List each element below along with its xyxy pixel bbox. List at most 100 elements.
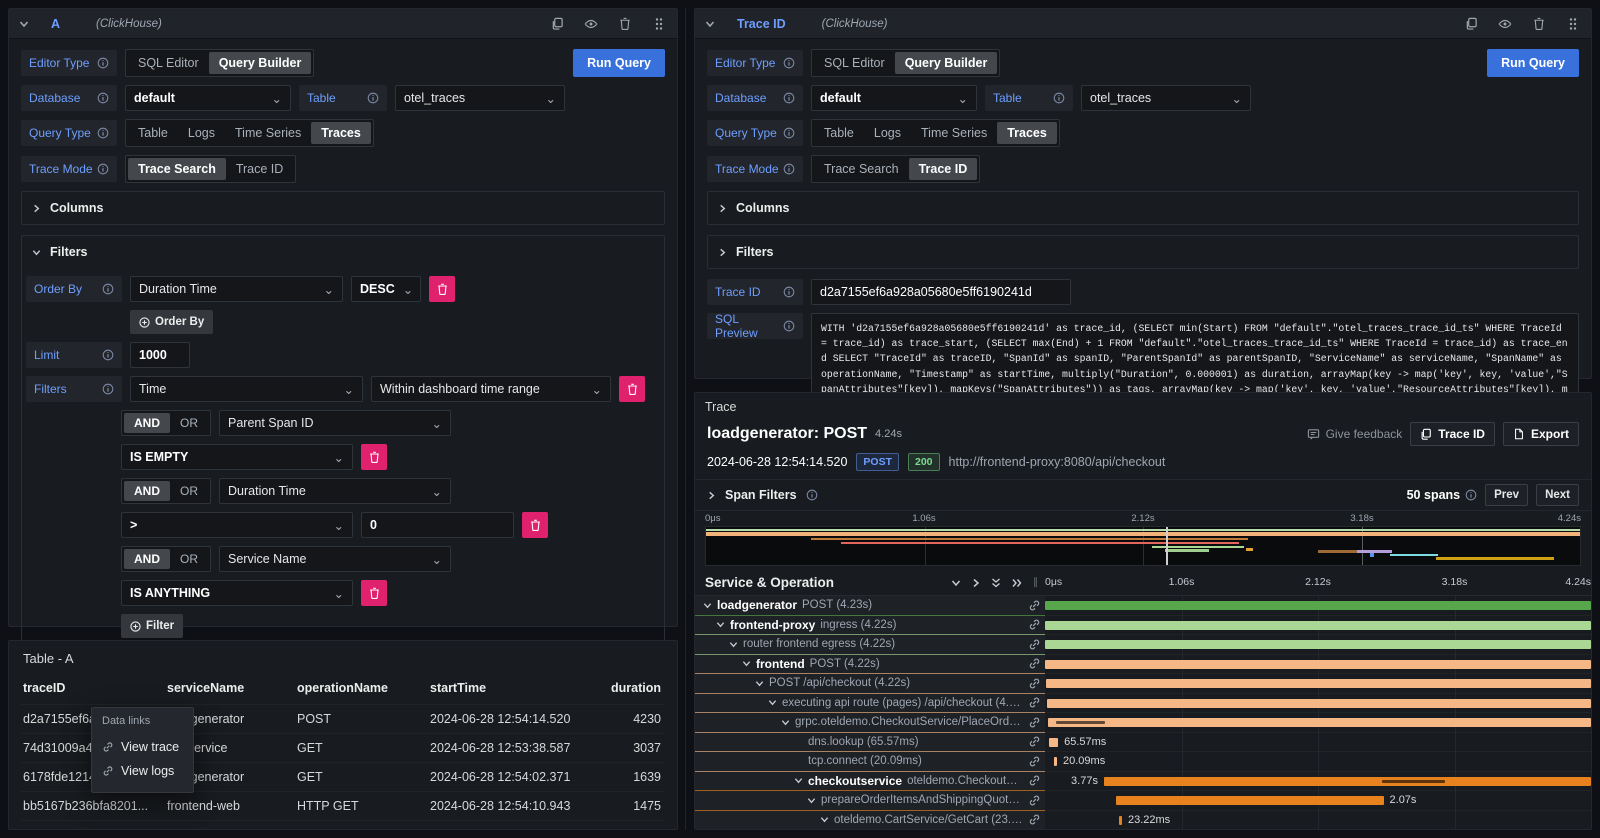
span-link-icon[interactable]	[1028, 813, 1041, 826]
span-row[interactable]: loadgeneratorPOST (4.23s)	[695, 596, 1591, 616]
info-icon[interactable]	[102, 383, 114, 395]
span-link-icon[interactable]	[1028, 599, 1041, 612]
info-icon[interactable]	[1053, 92, 1065, 104]
span-link-icon[interactable]	[1028, 696, 1041, 709]
condition-field-select[interactable]: Service Name⌄	[219, 546, 451, 572]
trace-mode-id[interactable]: Trace ID	[226, 158, 293, 180]
table-select[interactable]: otel_traces⌄	[1081, 85, 1251, 111]
chevron-down-icon[interactable]	[794, 776, 803, 785]
run-query-button[interactable]: Run Query	[573, 49, 665, 77]
columns-section-header[interactable]: Columns	[708, 192, 1578, 224]
eye-icon[interactable]	[1497, 16, 1513, 32]
chevron-down-icon[interactable]	[820, 815, 829, 824]
chevron-down-icon[interactable]	[729, 640, 738, 649]
span-bar[interactable]	[1049, 738, 1058, 747]
duplicate-icon[interactable]	[1463, 16, 1479, 32]
span-bar[interactable]	[1046, 679, 1591, 688]
span-link-icon[interactable]	[1028, 716, 1041, 729]
info-icon[interactable]	[367, 92, 379, 104]
trace-mode-search[interactable]: Trace Search	[814, 158, 909, 180]
cell-traceid[interactable]: bb5167b236bfa8201...	[21, 792, 165, 821]
bool-or[interactable]: OR	[170, 549, 208, 569]
chevron-down-icon[interactable]	[703, 601, 712, 610]
span-link-icon[interactable]	[1028, 618, 1041, 631]
table-select[interactable]: otel_traces⌄	[395, 85, 565, 111]
info-icon[interactable]	[806, 489, 818, 501]
bool-and[interactable]: AND	[124, 413, 170, 433]
query-type-table[interactable]: Table	[814, 122, 864, 144]
limit-input[interactable]	[130, 342, 190, 368]
trace-minimap[interactable]: 0μs1.06s2.12s3.18s4.24s	[705, 513, 1581, 566]
trash-icon[interactable]	[1531, 16, 1547, 32]
query-type-traces[interactable]: Traces	[311, 122, 371, 144]
info-icon[interactable]	[102, 349, 114, 361]
export-button[interactable]: Export	[1503, 422, 1579, 446]
info-icon[interactable]	[97, 57, 109, 69]
span-filters-label[interactable]: Span Filters	[725, 488, 797, 502]
span-link-icon[interactable]	[1028, 755, 1041, 768]
span-bar[interactable]	[1045, 621, 1591, 630]
span-row[interactable]: grpc.oteldemo.CheckoutService/PlaceOrder…	[695, 713, 1591, 733]
query-header-a[interactable]: A (ClickHouse)	[9, 9, 677, 39]
minimap-canvas[interactable]	[705, 526, 1581, 566]
columns-section-header[interactable]: Columns	[22, 192, 664, 224]
remove-order-by-button[interactable]	[429, 276, 455, 302]
info-icon[interactable]	[783, 320, 795, 332]
span-row[interactable]: tcp.connect (20.09ms)20.09ms	[695, 752, 1591, 772]
editor-type-sql-editor[interactable]: SQL Editor	[814, 52, 895, 74]
bool-or[interactable]: OR	[170, 413, 208, 433]
span-bar[interactable]	[1045, 660, 1591, 669]
span-row[interactable]: oteldemo.CartService/GetCart (23.22ms)23…	[695, 811, 1591, 830]
span-row[interactable]: frontend-proxyingress (4.22s)	[695, 616, 1591, 636]
info-icon[interactable]	[97, 127, 109, 139]
span-row[interactable]: frontendPOST (4.22s)	[695, 655, 1591, 675]
remove-condition-button[interactable]	[522, 512, 548, 538]
prev-button[interactable]: Prev	[1485, 484, 1528, 506]
query-type-logs[interactable]: Logs	[864, 122, 911, 144]
chevron-down-icon[interactable]	[742, 659, 751, 668]
view-trace-link[interactable]: View trace	[102, 735, 183, 759]
editor-type-query-builder[interactable]: Query Builder	[895, 52, 998, 74]
database-select[interactable]: default⌄	[811, 85, 977, 111]
condition-op-select[interactable]: >⌄	[121, 512, 353, 538]
order-by-direction-select[interactable]: DESC⌄	[351, 276, 421, 302]
filter-time-op-select[interactable]: Within dashboard time range⌄	[371, 376, 611, 402]
chevron-right-icon[interactable]	[707, 491, 716, 500]
trace-mode-id[interactable]: Trace ID	[909, 158, 978, 180]
bool-or[interactable]: OR	[170, 481, 208, 501]
order-by-field-select[interactable]: Duration Time⌄	[130, 276, 343, 302]
remove-filter-button[interactable]	[619, 376, 645, 402]
chevron-down-icon[interactable]	[755, 679, 764, 688]
query-type-logs[interactable]: Logs	[178, 122, 225, 144]
next-button[interactable]: Next	[1536, 484, 1579, 506]
query-header-trace-id[interactable]: Trace ID (ClickHouse)	[695, 9, 1591, 39]
trace-mode-search[interactable]: Trace Search	[128, 158, 226, 180]
span-bar[interactable]	[1048, 718, 1591, 727]
condition-field-select[interactable]: Parent Span ID⌄	[219, 410, 451, 436]
condition-op-select[interactable]: IS ANYTHING⌄	[121, 580, 353, 606]
info-icon[interactable]	[783, 127, 795, 139]
drag-handle-icon[interactable]	[651, 16, 667, 32]
condition-field-select[interactable]: Duration Time⌄	[219, 478, 451, 504]
span-link-icon[interactable]	[1028, 657, 1041, 670]
query-type-time-series[interactable]: Time Series	[911, 122, 997, 144]
duplicate-icon[interactable]	[549, 16, 565, 32]
chevron-down-icon[interactable]	[807, 796, 816, 805]
trace-id-input[interactable]	[811, 279, 1071, 305]
info-icon[interactable]	[783, 286, 795, 298]
span-bar[interactable]	[1104, 777, 1591, 786]
collapse-all-icon[interactable]	[991, 577, 1001, 589]
span-bar[interactable]	[1054, 757, 1057, 766]
chevron-down-icon[interactable]	[716, 620, 725, 629]
remove-condition-button[interactable]	[361, 580, 387, 606]
trace-id-copy-button[interactable]: Trace ID	[1410, 422, 1495, 446]
expand-one-icon[interactable]	[971, 578, 981, 588]
span-row[interactable]: executing api route (pages) /api/checkou…	[695, 694, 1591, 714]
add-filter-button[interactable]: Filter	[121, 614, 183, 638]
column-resizer[interactable]: ∥	[1033, 577, 1039, 588]
filter-time-field-select[interactable]: Time⌄	[130, 376, 363, 402]
span-row[interactable]: dns.lookup (65.57ms)65.57ms	[695, 733, 1591, 753]
chevron-down-icon[interactable]	[768, 698, 777, 707]
span-link-icon[interactable]	[1028, 794, 1041, 807]
trash-icon[interactable]	[617, 16, 633, 32]
